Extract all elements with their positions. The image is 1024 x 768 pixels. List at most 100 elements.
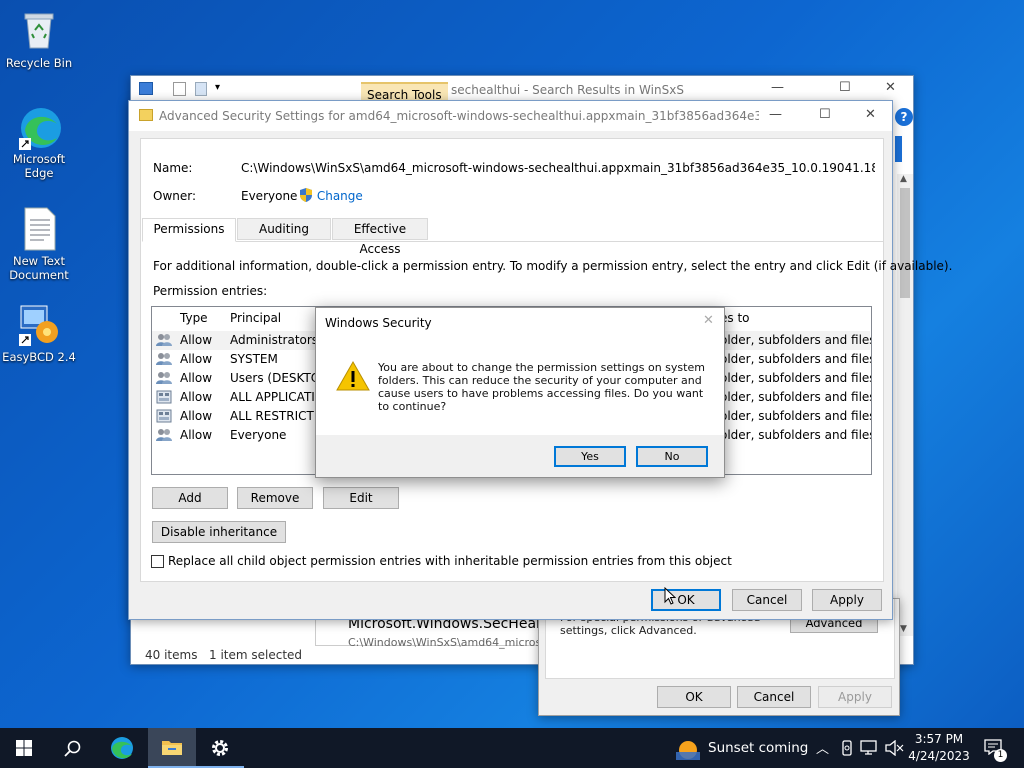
scroll-up-icon[interactable]: ▲ [900, 174, 907, 184]
desktop-icon-easybcd[interactable]: EasyBCD 2.4 [1, 302, 77, 364]
row-principal: Administrators ( [230, 333, 316, 347]
advanced-title: Advanced Security Settings for amd64_mic… [159, 109, 759, 123]
column-type[interactable]: Type [180, 311, 208, 325]
easybcd-icon [17, 302, 61, 346]
weather-widget[interactable]: Sunset coming [672, 728, 808, 768]
help-icon[interactable]: ? [895, 108, 913, 126]
close-icon[interactable]: ✕ [865, 107, 876, 122]
tab-effective-access[interactable]: Effective Access [332, 218, 428, 256]
tab-auditing[interactable]: Auditing [237, 218, 331, 240]
tab-strip: Permissions Auditing Effective Access [142, 218, 884, 256]
desktop-icon-label: New Text Document [9, 254, 69, 282]
column-principal[interactable]: Principal [230, 311, 281, 325]
add-button[interactable]: Add [152, 487, 228, 509]
replace-child-label: Replace all child object permission entr… [168, 554, 732, 568]
row-applies-to: older, subfolders and files [720, 390, 872, 404]
disable-inheritance-button[interactable]: Disable inheritance [152, 521, 286, 543]
row-type: Allow [180, 428, 213, 442]
taskbar-settings[interactable] [196, 728, 244, 768]
properties-cancel-button[interactable]: Cancel [737, 686, 811, 708]
advanced-titlebar: Advanced Security Settings for amd64_mic… [129, 101, 892, 131]
notification-center[interactable]: 1 [976, 728, 1024, 768]
maximize-icon[interactable]: ☐ [839, 80, 851, 95]
permissions-info-text: For additional information, double-click… [153, 259, 953, 273]
row-principal: ALL APPLICATIO [230, 390, 316, 404]
row-applies-to: older, subfolders and files [720, 428, 872, 442]
owner-value: Everyone [241, 189, 298, 203]
properties-apply-button[interactable]: Apply [818, 686, 892, 708]
uac-shield-icon [300, 188, 312, 202]
taskbar-search-button[interactable] [48, 728, 96, 768]
desktop-icon-label: EasyBCD 2.4 [2, 350, 76, 364]
row-principal: Everyone [230, 428, 287, 442]
explorer-scrollbar[interactable]: ▲ ▼ [897, 174, 913, 636]
dialog-body: You are about to change the permission s… [316, 336, 724, 435]
status-item-count: 40 items [145, 648, 198, 662]
mouse-cursor-icon [664, 587, 676, 605]
row-applies-to: older, subfolders and files [720, 371, 872, 385]
properties-quick-icon[interactable] [173, 82, 186, 96]
minimize-icon[interactable]: — [771, 80, 784, 95]
yes-button[interactable]: Yes [554, 446, 626, 467]
clock-time: 3:57 PM [914, 732, 964, 746]
windows-security-dialog: Windows Security ✕ You are about to chan… [315, 307, 725, 478]
row-principal: Users (DESKTOP- [230, 371, 316, 385]
network-icon[interactable] [860, 740, 878, 756]
search-result-item[interactable]: Microsoft.Windows.SecHealt C:\Windows\Wi… [315, 616, 545, 649]
advanced-cancel-button[interactable]: Cancel [732, 589, 802, 611]
close-icon[interactable]: ✕ [885, 80, 896, 95]
status-selected: 1 item selected [209, 648, 303, 662]
close-icon[interactable]: ✕ [703, 313, 714, 328]
sunset-icon [676, 741, 700, 760]
advanced-apply-button[interactable]: Apply [812, 589, 882, 611]
users-group-icon [156, 371, 172, 385]
app-package-icon [156, 390, 172, 404]
dialog-titlebar: Windows Security ✕ [316, 308, 724, 336]
no-button[interactable]: No [636, 446, 708, 467]
name-label: Name: [153, 161, 193, 175]
row-type: Allow [180, 352, 213, 366]
tab-permissions[interactable]: Permissions [142, 218, 236, 242]
clock-date: 4/24/2023 [908, 749, 970, 763]
folder-icon [139, 109, 153, 121]
remove-button[interactable]: Remove [237, 487, 313, 509]
maximize-icon[interactable]: ☐ [819, 107, 831, 122]
edge-icon [111, 737, 133, 759]
row-type: Allow [180, 333, 213, 347]
users-group-icon [156, 352, 172, 366]
row-type: Allow [180, 371, 213, 385]
change-owner-link[interactable]: Change [299, 187, 363, 203]
new-folder-quick-icon[interactable] [195, 82, 207, 96]
desktop-icon-label: Microsoft Edge [12, 152, 66, 180]
permission-entries-label: Permission entries: [153, 284, 268, 298]
replace-child-checkbox[interactable] [151, 555, 164, 568]
users-group-icon [156, 428, 172, 442]
advanced-ok-button[interactable]: OK [651, 589, 721, 611]
desktop-icon-recycle-bin[interactable]: Recycle Bin [1, 8, 77, 70]
text-document-icon [17, 206, 61, 251]
minimize-icon[interactable]: — [769, 107, 782, 122]
edit-button[interactable]: Edit [323, 487, 399, 509]
file-explorer-icon [162, 741, 182, 755]
chevron-up-icon[interactable]: ︿ [816, 738, 829, 757]
recycle-bin-icon [17, 8, 61, 52]
scroll-down-icon[interactable]: ▼ [900, 624, 907, 634]
owner-label: Owner: [153, 189, 197, 203]
taskbar-file-explorer[interactable] [148, 728, 196, 768]
taskbar-edge[interactable] [98, 728, 146, 768]
chevron-down-icon[interactable]: ▾ [215, 82, 220, 93]
row-principal: ALL RESTRICTED [230, 409, 316, 423]
properties-ok-button[interactable]: OK [657, 686, 731, 708]
device-icon[interactable] [840, 740, 854, 756]
desktop-icon-text-document[interactable]: New Text Document [1, 206, 77, 282]
volume-muted-icon[interactable] [884, 740, 904, 756]
start-button[interactable] [0, 728, 48, 768]
desktop-icon-edge[interactable]: Microsoft Edge [1, 104, 77, 180]
users-group-icon [156, 333, 172, 347]
explorer-app-icon [139, 82, 153, 95]
name-value: C:\Windows\WinSxS\amd64_microsoft-window… [241, 161, 875, 175]
row-type: Allow [180, 390, 213, 404]
scroll-thumb[interactable] [900, 188, 910, 298]
row-type: Allow [180, 409, 213, 423]
taskbar-clock[interactable]: 3:57 PM 4/24/2023 [908, 731, 970, 765]
